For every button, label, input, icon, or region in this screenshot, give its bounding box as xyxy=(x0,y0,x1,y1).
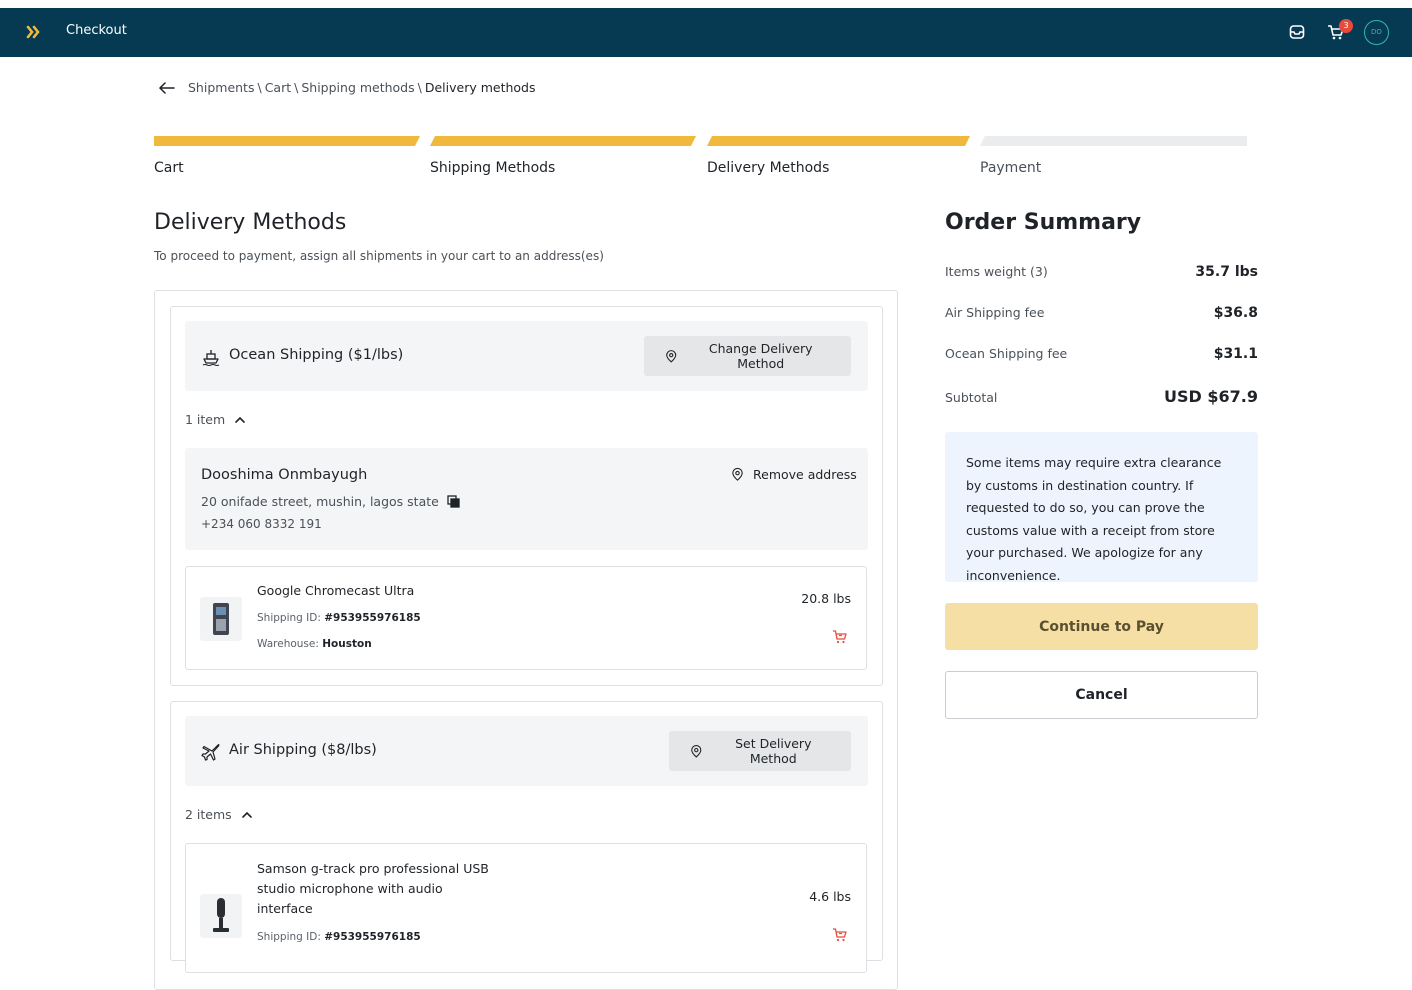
group-header: Air Shipping ($8/lbs) Set Delivery Metho… xyxy=(185,716,868,786)
shipment-group-air: Air Shipping ($8/lbs) Set Delivery Metho… xyxy=(170,701,883,973)
group-title: Ocean Shipping ($1/lbs) xyxy=(229,347,404,363)
subtotal-value: USD $67.9 xyxy=(1164,387,1258,406)
summary-label: Subtotal xyxy=(945,390,998,405)
item-weight: 4.6 lbs xyxy=(809,889,851,904)
summary-value: $31.1 xyxy=(1213,346,1258,362)
customs-notice: Some items may require extra clearance b… xyxy=(945,432,1258,583)
shipping-id-label: Shipping ID: xyxy=(257,612,321,624)
order-summary-title: Order Summary xyxy=(945,210,1142,235)
product-image-icon xyxy=(213,898,229,932)
breadcrumb: Shipments \ Cart \ Shipping methods \ De… xyxy=(158,80,536,95)
cancel-button[interactable]: Cancel xyxy=(945,671,1258,719)
address-phone: +234 060 8332 191 xyxy=(201,517,322,531)
avatar[interactable]: DO xyxy=(1364,20,1389,45)
items-count: 2 items xyxy=(185,807,232,822)
breadcrumb-shipments[interactable]: Shipments xyxy=(188,80,254,95)
app-title: Checkout xyxy=(66,23,127,38)
summary-label: Ocean Shipping fee xyxy=(945,346,1068,361)
chevron-up-icon xyxy=(235,416,245,423)
items-toggle[interactable]: 2 items xyxy=(185,807,253,822)
summary-row-air-fee: Air Shipping fee $36.8 xyxy=(945,305,1258,321)
summary-value: 35.7 lbs xyxy=(1195,264,1258,280)
step-label-cart[interactable]: Cart xyxy=(154,160,184,176)
shipping-id-row: Shipping ID: #953955976185 xyxy=(257,612,421,624)
product-name-line: interface xyxy=(257,901,313,916)
product-name: Samson g-track pro professional USB stud… xyxy=(257,859,489,919)
location-pin-icon xyxy=(666,349,677,363)
warehouse-label: Warehouse: xyxy=(257,638,319,650)
product-name: Google Chromecast Ultra xyxy=(257,583,415,598)
summary-label: Air Shipping fee xyxy=(945,305,1045,320)
location-pin-icon xyxy=(732,467,743,481)
top-strip xyxy=(0,0,1412,8)
remove-from-cart-icon[interactable] xyxy=(832,629,848,645)
warehouse-value: Houston xyxy=(322,638,372,650)
address-street: 20 onifade street, mushin, lagos state xyxy=(201,494,439,509)
shipment-item: Google Chromecast Ultra Shipping ID: #95… xyxy=(185,566,867,670)
breadcrumb-separator: \ xyxy=(257,80,262,95)
summary-row-items-weight: Items weight (3) 35.7 lbs xyxy=(945,264,1258,280)
summary-label: Items weight (3) xyxy=(945,264,1048,279)
remove-from-cart-icon[interactable] xyxy=(832,927,848,943)
inbox-icon[interactable] xyxy=(1287,22,1307,42)
breadcrumb-shipping-methods[interactable]: Shipping methods xyxy=(301,80,414,95)
step-bar-payment xyxy=(980,136,1247,146)
group-title: Air Shipping ($8/lbs) xyxy=(229,742,377,758)
step-bar-shipping xyxy=(430,136,696,146)
summary-row-subtotal: Subtotal USD $67.9 xyxy=(945,387,1258,406)
product-name-line: Samson g-track pro professional USB xyxy=(257,861,489,876)
breadcrumb-separator: \ xyxy=(294,80,299,95)
remove-address-label: Remove address xyxy=(753,467,857,482)
page-subtitle: To proceed to payment, assign all shipme… xyxy=(154,249,604,263)
top-bar: Checkout 3 DO xyxy=(0,8,1412,57)
double-chevron-right-icon[interactable] xyxy=(26,25,40,39)
product-image-icon xyxy=(213,603,229,635)
continue-to-pay-button[interactable]: Continue to Pay xyxy=(945,603,1258,650)
breadcrumb-delivery-methods: Delivery methods xyxy=(424,80,536,95)
shipment-group-ocean: Ocean Shipping ($1/lbs) Change Delivery … xyxy=(170,306,883,686)
shipment-item: Samson g-track pro professional USB stud… xyxy=(185,843,867,973)
change-delivery-method-label: Change Delivery Method xyxy=(708,341,813,371)
chevron-up-icon xyxy=(241,811,252,818)
summary-row-ocean-fee: Ocean Shipping fee $31.1 xyxy=(945,346,1258,362)
location-pin-icon xyxy=(691,744,702,758)
cart-count-badge: 3 xyxy=(1339,19,1353,33)
step-bar-cart xyxy=(154,136,420,146)
plane-icon xyxy=(201,744,220,761)
product-thumbnail xyxy=(200,894,242,938)
change-delivery-method-button[interactable]: Change Delivery Method xyxy=(644,336,851,376)
address-street-row: 20 onifade street, mushin, lagos state xyxy=(201,494,460,509)
copy-icon[interactable] xyxy=(447,495,460,508)
shipping-id-value: #953955976185 xyxy=(324,612,421,624)
shipping-id-value: #953955976185 xyxy=(324,931,421,943)
items-toggle[interactable]: 1 item xyxy=(185,412,246,427)
shipping-id-row: Shipping ID: #953955976185 xyxy=(257,931,421,943)
step-bar-delivery xyxy=(707,136,970,146)
step-label-delivery[interactable]: Delivery Methods xyxy=(707,160,829,176)
back-arrow-icon[interactable] xyxy=(158,81,176,95)
warehouse-row: Warehouse: Houston xyxy=(257,638,372,650)
breadcrumb-separator: \ xyxy=(417,80,422,95)
set-delivery-method-label: Set Delivery Method xyxy=(735,736,812,766)
step-label-shipping[interactable]: Shipping Methods xyxy=(430,160,555,176)
items-count: 1 item xyxy=(185,412,226,427)
address-card: Dooshima Onmbayugh 20 onifade street, mu… xyxy=(185,448,868,550)
remove-address-button[interactable]: Remove address xyxy=(730,467,857,482)
item-weight: 20.8 lbs xyxy=(801,591,851,606)
page-title: Delivery Methods xyxy=(154,210,347,235)
step-label-payment: Payment xyxy=(980,160,1042,176)
summary-value: $36.8 xyxy=(1213,305,1258,321)
group-header: Ocean Shipping ($1/lbs) Change Delivery … xyxy=(185,321,868,391)
shipping-id-label: Shipping ID: xyxy=(257,931,321,943)
product-name-line: studio microphone with audio xyxy=(257,881,443,896)
product-thumbnail xyxy=(200,597,242,641)
breadcrumb-cart[interactable]: Cart xyxy=(265,80,291,95)
set-delivery-method-button[interactable]: Set Delivery Method xyxy=(669,731,851,771)
ship-icon xyxy=(202,350,220,367)
address-name: Dooshima Onmbayugh xyxy=(201,467,368,483)
